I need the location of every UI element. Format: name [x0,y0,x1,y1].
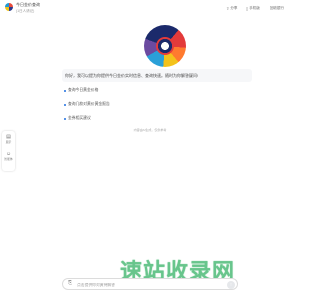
suggestion-item[interactable]: 金券相买建议 [64,116,91,121]
phone-icon: ▯ [246,5,249,11]
suggestion-label: 查询今日黄金价格 [68,88,99,92]
side-button-display[interactable]: ▤ 展示 [2,134,15,144]
chat-input[interactable] [77,280,217,289]
bullet-icon [64,89,66,92]
greeting-message: 你好，我可以提为你提供今日金价实时信息、查询快速。随时为你解答疑问! [62,69,252,82]
arrow-up-icon: ↑ [229,281,233,288]
app-title: 今日金价查询 [16,2,40,7]
share-icon: ⇪ [226,5,230,11]
bullet-icon [64,117,66,120]
side-button-agent[interactable]: ☺ 智能体 [2,151,15,161]
hero-logo [144,25,186,67]
send-button[interactable]: ↑ [227,280,235,289]
mobile-version-label: 手机版 [249,6,260,10]
share-label: 分享 [230,6,238,10]
bank-link[interactable]: 回收银行 [270,6,284,11]
suggestion-label: 金券相买建议 [68,116,91,120]
paperclip-icon[interactable]: ⎘ [68,281,72,286]
share-button[interactable]: ⇪ 分享 [226,6,237,11]
bank-link-label: 回收银行 [270,6,284,10]
chat-input-bar: ⎘ ↑ [62,278,238,290]
suggestion-item[interactable]: 查询几款对黄价黄金报告 [64,102,110,107]
ai-disclaimer: 内容由AI生成，仅供参考 [133,128,167,132]
side-button-label: 展示 [5,140,12,144]
side-panel: ▤ 展示 ☺ 智能体 [2,131,15,171]
mobile-version-button[interactable]: ▯ 手机版 [246,6,260,11]
side-button-label: 智能体 [4,157,13,161]
app-logo-icon[interactable] [5,3,13,11]
suggestion-label: 查询几款对黄价黄金报告 [68,102,110,106]
app-subtitle: (1日人请记) [16,9,35,13]
app-header: 今日金价查询 (1日人请记) ⇪ 分享 ▯ 手机版 回收银行 [0,0,300,22]
bullet-icon [64,103,66,106]
suggestion-item[interactable]: 查询今日黄金价格 [64,88,98,93]
